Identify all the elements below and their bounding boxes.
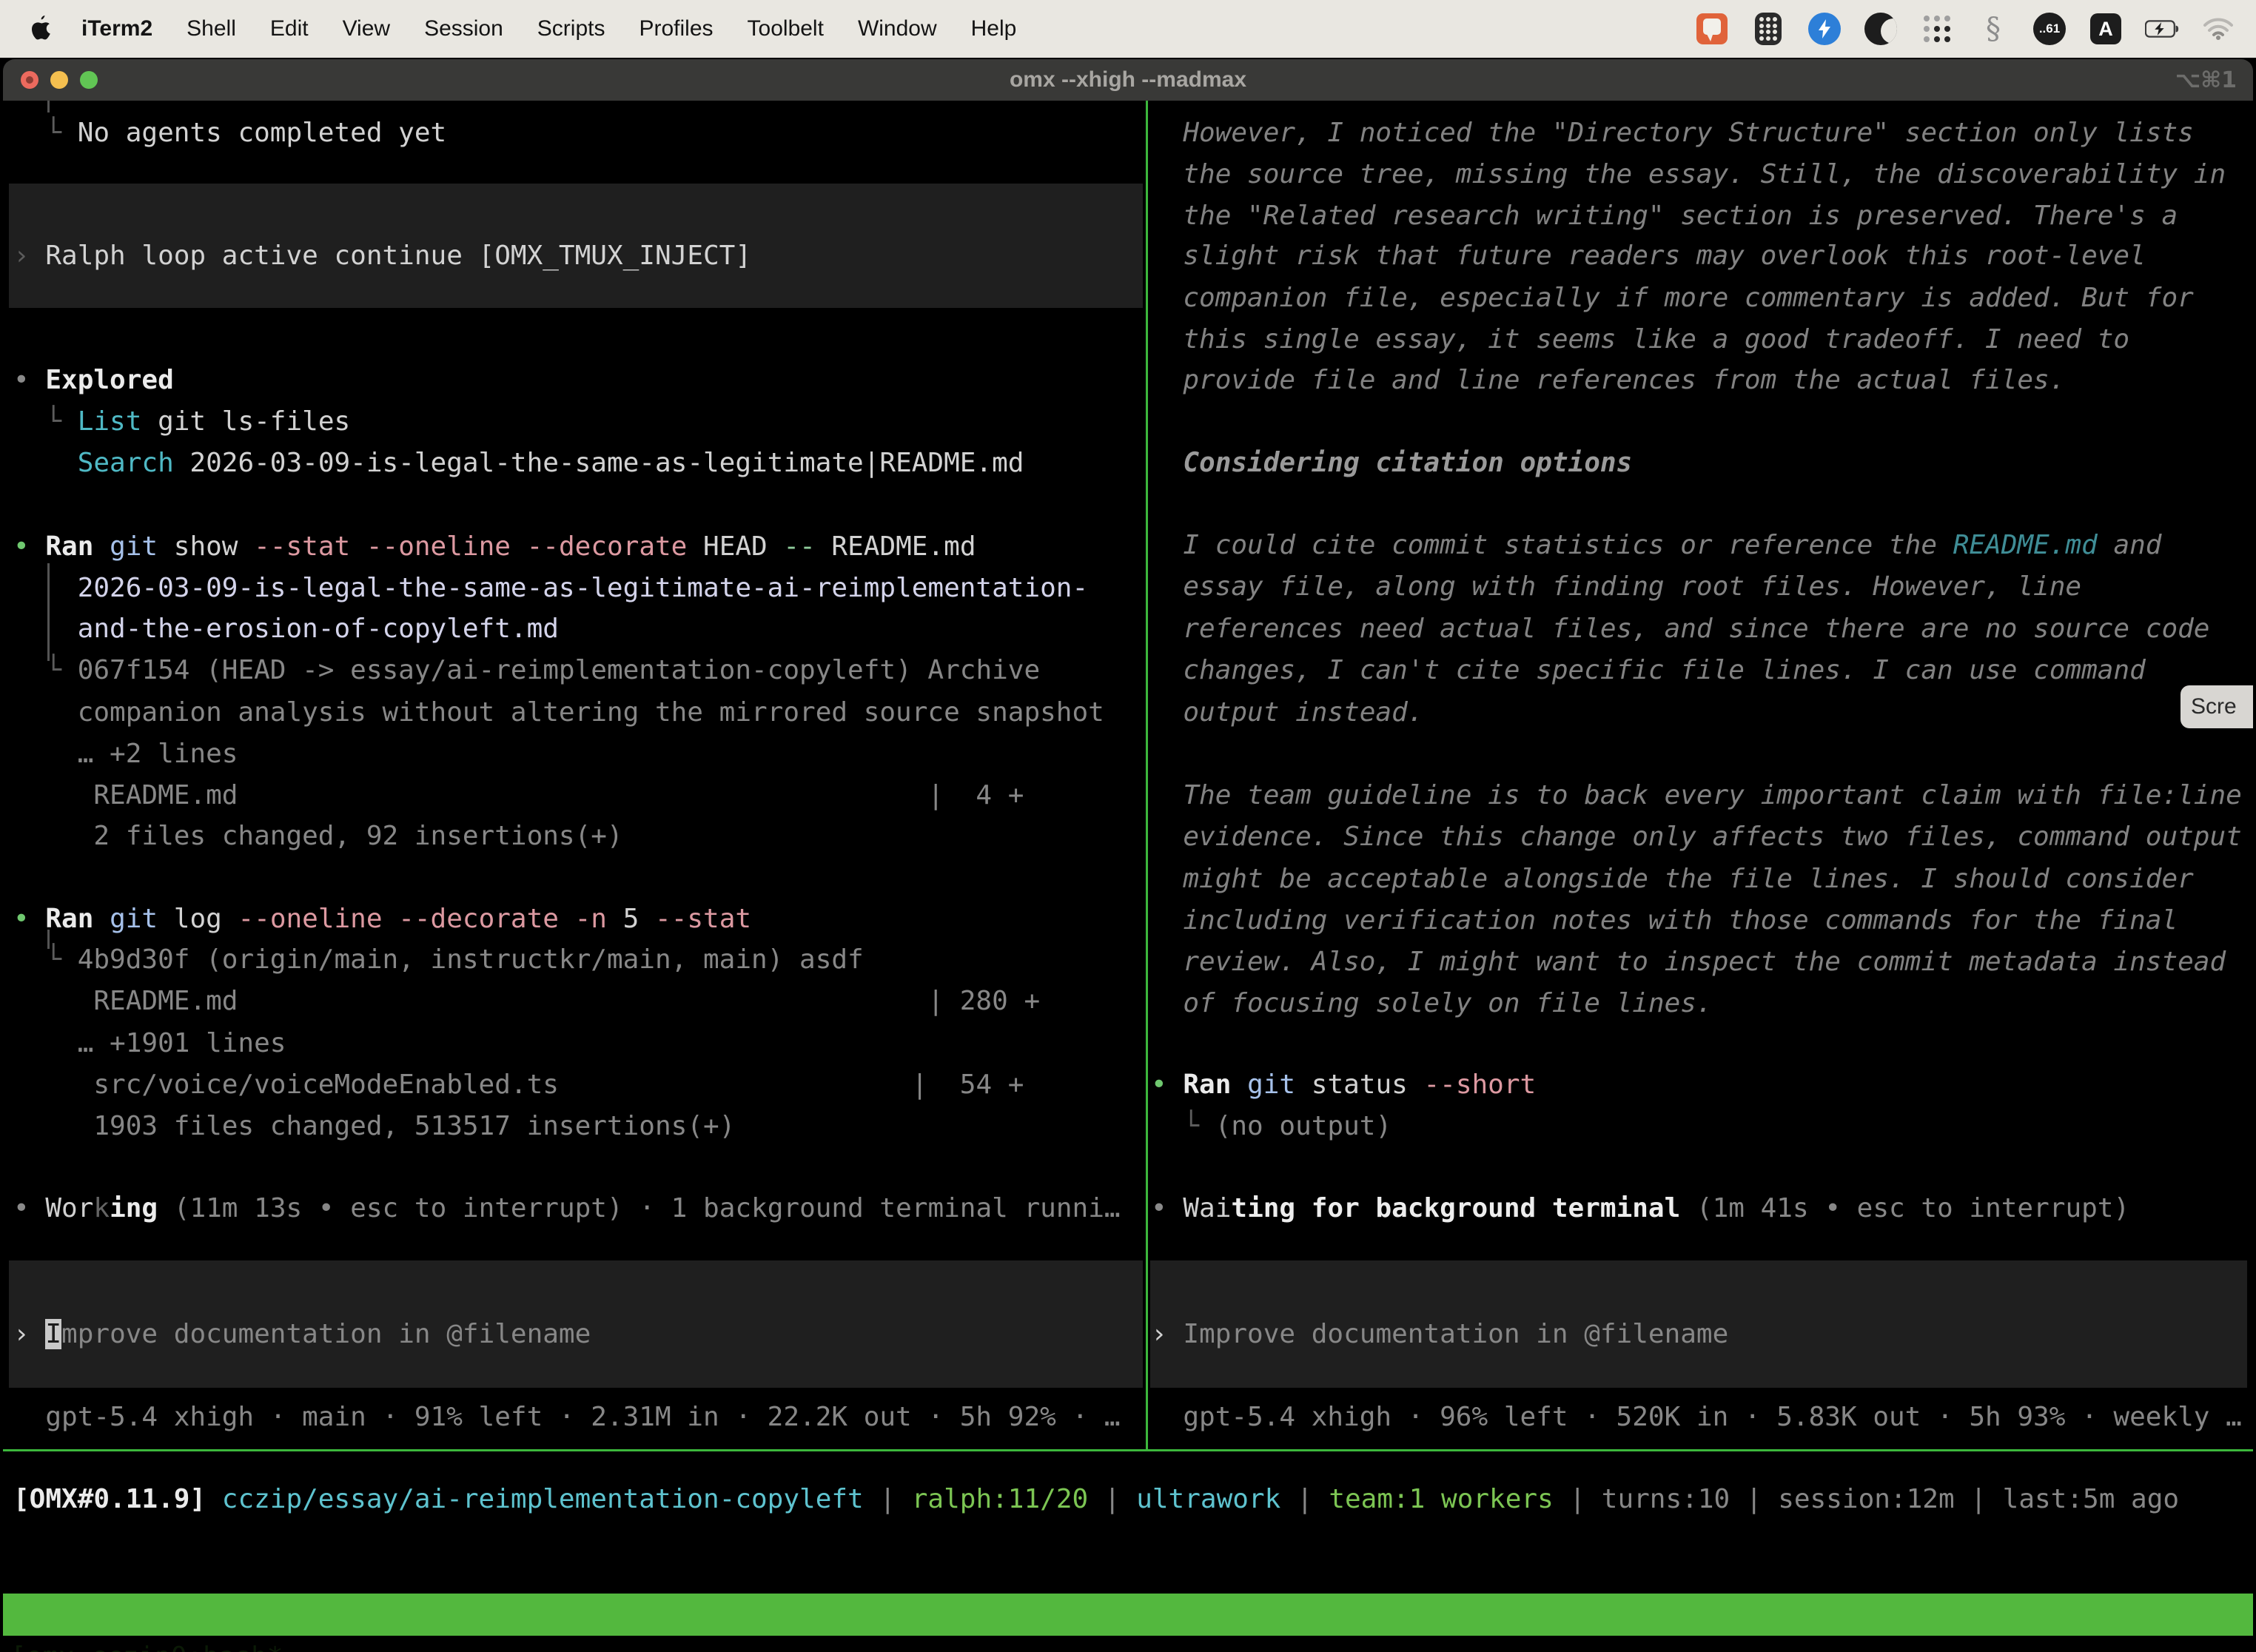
- dots-grid-icon[interactable]: [1920, 12, 1954, 46]
- tmux-status-bar: [omx-cczip0:bash* "MacBook-Pro-44.local"…: [3, 1594, 2253, 1636]
- crescent-app-icon[interactable]: [1864, 12, 1898, 46]
- tmux-session-label: [omx-cczip0:bash*: [10, 1636, 283, 1652]
- menu-item-view[interactable]: View: [343, 16, 390, 41]
- menu-item-toolbelt[interactable]: Toolbelt: [748, 16, 824, 41]
- menu-item-scripts[interactable]: Scripts: [537, 16, 605, 41]
- terminal-line: [OMX#0.11.9] cczip/essay/ai-reimplementa…: [13, 1479, 2253, 1520]
- menu-item-session[interactable]: Session: [424, 16, 503, 41]
- a-app-icon[interactable]: A: [2089, 12, 2123, 46]
- menu-item-help[interactable]: Help: [971, 16, 1017, 41]
- menu-item-profiles[interactable]: Profiles: [639, 16, 713, 41]
- apple-logo-icon[interactable]: [30, 14, 55, 44]
- menu-bar: iTerm2 Shell Edit View Session Scripts Profil…: [0, 0, 2256, 58]
- circle-61-icon[interactable]: ..61: [2032, 12, 2067, 46]
- menu-items: iTerm2 Shell Edit View Session Scripts Profil…: [81, 16, 1050, 41]
- bolt-badge-icon[interactable]: [1807, 12, 1842, 46]
- omx-status-bar: [OMX#0.11.9] cczip/essay/ai-reimplementa…: [3, 59, 2253, 1594]
- keypad-app-icon[interactable]: [1751, 12, 1785, 46]
- menu-item-edit[interactable]: Edit: [270, 16, 309, 41]
- battery-icon[interactable]: [2145, 12, 2179, 46]
- iterm2-window: omx --xhigh --madmax ⌥⌘1 └ No agents com…: [3, 59, 2253, 1652]
- menu-item-iterm2[interactable]: iTerm2: [81, 16, 152, 41]
- menu-bar-status-icons: § ..61 A: [1695, 12, 2235, 46]
- squiggle-status-icon[interactable]: §: [1976, 12, 2010, 46]
- chat-app-icon[interactable]: [1695, 12, 1729, 46]
- menu-item-shell[interactable]: Shell: [187, 16, 236, 41]
- menu-item-window[interactable]: Window: [858, 16, 937, 41]
- screen-share-overlay[interactable]: Scre: [2181, 685, 2253, 728]
- wifi-icon[interactable]: [2201, 12, 2235, 46]
